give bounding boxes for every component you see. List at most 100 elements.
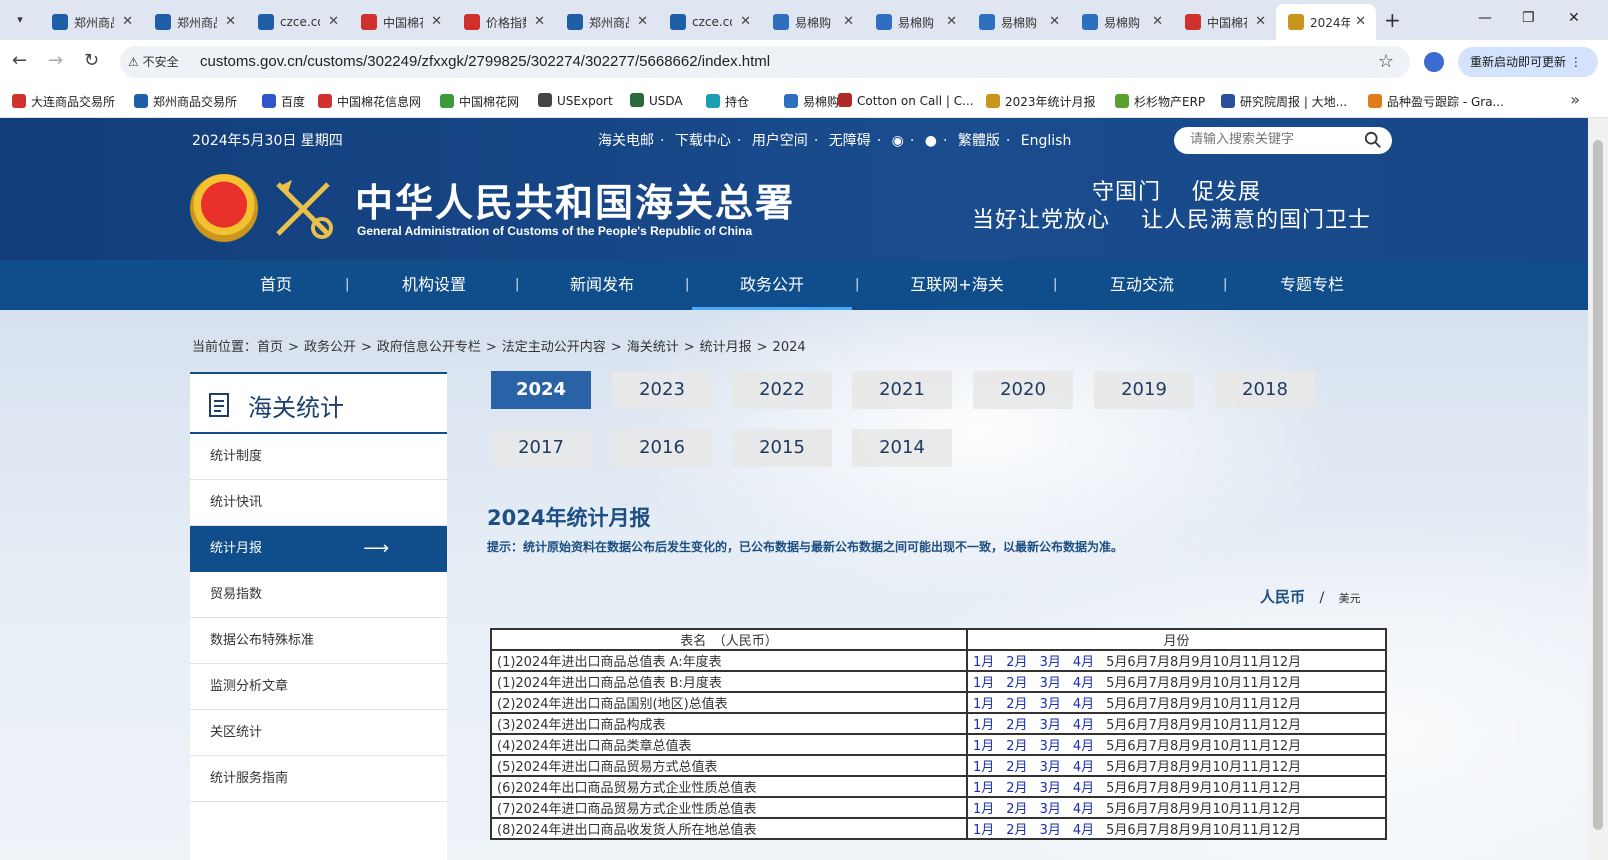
month-link[interactable]: 1月 (973, 676, 994, 691)
browser-tab[interactable]: 易棉购 ✕ (967, 4, 1070, 40)
year-tab-2015[interactable]: 2015 (732, 429, 832, 467)
year-tab-2019[interactable]: 2019 (1094, 371, 1194, 409)
bookmark-item[interactable]: 持仓 (706, 93, 749, 110)
site-title[interactable]: 中华人民共和国海关总署 (355, 172, 795, 227)
bookmark-item[interactable]: 中国棉花信息网 (318, 93, 421, 110)
month-link[interactable]: 4月 (1073, 676, 1094, 691)
month-link[interactable]: 3月 (1040, 697, 1061, 712)
wechat-icon[interactable]: ● (925, 133, 937, 149)
nav-interaction[interactable]: 互动交流 (1100, 260, 1184, 310)
month-link[interactable]: 2月 (1006, 802, 1027, 817)
month-link[interactable]: 3月 (1040, 802, 1061, 817)
browser-tab[interactable]: 郑州商品交易所 ✕ (555, 4, 658, 40)
bookmark-item[interactable]: USExport (538, 93, 613, 108)
month-link[interactable]: 3月 (1040, 676, 1061, 691)
year-tab-2018[interactable]: 2018 (1215, 371, 1315, 409)
bookmark-item[interactable]: 易棉购 (784, 93, 839, 110)
month-link[interactable]: 2月 (1006, 655, 1027, 670)
weibo-icon[interactable]: ◉ (892, 133, 904, 149)
month-link[interactable]: 4月 (1073, 697, 1094, 712)
close-tab-icon[interactable]: ✕ (1152, 14, 1163, 29)
nav-government-affairs[interactable]: 政务公开 (692, 260, 852, 310)
month-link[interactable]: 1月 (973, 760, 994, 775)
close-tab-icon[interactable]: ✕ (946, 14, 957, 29)
search-input[interactable] (1190, 132, 1360, 147)
month-link[interactable]: 4月 (1073, 739, 1094, 754)
sidebar-item-district-stats[interactable]: 关区统计 (190, 710, 447, 756)
bookmark-item[interactable]: 中国棉花网 (440, 93, 519, 110)
nav-news[interactable]: 新闻发布 (562, 260, 642, 310)
nav-home[interactable]: 首页 (246, 260, 306, 310)
month-link[interactable]: 4月 (1073, 823, 1094, 838)
bookmark-item[interactable]: 大连商品交易所 (12, 93, 115, 110)
more-bookmarks-icon[interactable]: » (1570, 90, 1580, 109)
close-tab-icon[interactable]: ✕ (431, 14, 442, 29)
page-scrollbar[interactable] (1588, 118, 1608, 860)
top-link-download[interactable]: 下载中心 (675, 133, 731, 149)
bookmark-item[interactable]: 研究院周报 | 大地... (1221, 93, 1347, 110)
top-link-user-space[interactable]: 用户空间 (752, 133, 808, 149)
month-link[interactable]: 4月 (1073, 655, 1094, 670)
sidebar-item-trade-index[interactable]: 贸易指数 (190, 572, 447, 618)
search-icon[interactable] (1364, 131, 1382, 149)
bookmark-item[interactable]: USDA (630, 93, 683, 108)
year-tab-2023[interactable]: 2023 (612, 371, 712, 409)
top-link-email[interactable]: 海关电邮 (598, 133, 654, 149)
sidebar-item-service-guide[interactable]: 统计服务指南 (190, 756, 447, 802)
top-link-traditional[interactable]: 繁體版 (958, 133, 1000, 149)
close-tab-icon[interactable]: ✕ (1255, 14, 1266, 29)
close-window-icon[interactable]: ✕ (1568, 10, 1580, 26)
top-link-accessibility[interactable]: 无障碍 (829, 133, 871, 149)
bookmark-item[interactable]: 品种盈亏跟踪 - Gra... (1368, 93, 1504, 110)
tab-search-icon[interactable]: ▾ (8, 8, 32, 32)
breadcrumb-home[interactable]: 首页 (257, 340, 283, 355)
close-tab-icon[interactable]: ✕ (122, 14, 133, 29)
address-bar[interactable]: ⚠ 不安全 customs.gov.cn/customs/302249/zfxx… (120, 46, 1410, 78)
year-tab-2017[interactable]: 2017 (491, 429, 591, 467)
year-tab-2020[interactable]: 2020 (973, 371, 1073, 409)
month-link[interactable]: 2月 (1006, 676, 1027, 691)
minimize-icon[interactable]: — (1478, 10, 1492, 26)
browser-tab[interactable]: czce.com.cn ✕ (246, 4, 349, 40)
browser-tab[interactable]: 易棉购 ✕ (761, 4, 864, 40)
bookmark-item[interactable]: Cotton on Call | C... (838, 93, 974, 108)
breadcrumb-monthly-report[interactable]: 统计月报 (700, 340, 752, 355)
breadcrumb-gov-affairs[interactable]: 政务公开 (304, 340, 356, 355)
month-link[interactable]: 2月 (1006, 697, 1027, 712)
month-link[interactable]: 1月 (973, 739, 994, 754)
restore-icon[interactable]: ❐ (1522, 10, 1535, 26)
sidebar-item-data-standard[interactable]: 数据公布特殊标准 (190, 618, 447, 664)
close-tab-icon[interactable]: ✕ (1049, 14, 1060, 29)
close-tab-icon[interactable]: ✕ (328, 14, 339, 29)
breadcrumb-info-disclosure[interactable]: 政府信息公开专栏 (377, 340, 481, 355)
month-link[interactable]: 4月 (1073, 718, 1094, 733)
bookmark-item[interactable]: 百度 (262, 93, 305, 110)
month-link[interactable]: 1月 (973, 697, 994, 712)
nav-organization[interactable]: 机构设置 (394, 260, 474, 310)
sidebar-item-analysis-articles[interactable]: 监测分析文章 (190, 664, 447, 710)
year-tab-2021[interactable]: 2021 (852, 371, 952, 409)
bookmark-item[interactable]: 2023年统计月报 (986, 93, 1096, 110)
close-tab-icon[interactable]: ✕ (637, 14, 648, 29)
month-link[interactable]: 3月 (1040, 823, 1061, 838)
breadcrumb-year[interactable]: 2024 (773, 340, 806, 355)
sidebar-item-statistical-flash[interactable]: 统计快讯 (190, 480, 447, 526)
update-button[interactable]: 重新启动即可更新 ⋮ (1458, 47, 1598, 77)
reload-icon[interactable]: ↻ (84, 50, 99, 71)
browser-tab[interactable]: 2024年统计月报 ✕ (1276, 4, 1376, 40)
browser-tab[interactable]: czce.com.cn ✕ (658, 4, 761, 40)
month-link[interactable]: 2月 (1006, 781, 1027, 796)
browser-tab[interactable]: 易棉购 ✕ (864, 4, 967, 40)
browser-tab[interactable]: 郑州商品交易所 ✕ (143, 4, 246, 40)
top-link-english[interactable]: English (1021, 133, 1072, 149)
forward-icon[interactable]: → (48, 50, 63, 71)
month-link[interactable]: 3月 (1040, 655, 1061, 670)
close-tab-icon[interactable]: ✕ (1355, 14, 1366, 29)
month-link[interactable]: 4月 (1073, 781, 1094, 796)
close-tab-icon[interactable]: ✕ (225, 14, 236, 29)
sidebar-item-statistical-system[interactable]: 统计制度 (190, 434, 447, 480)
scrollbar-thumb[interactable] (1593, 140, 1603, 830)
month-link[interactable]: 3月 (1040, 760, 1061, 775)
year-tab-2024[interactable]: 2024 (491, 371, 591, 409)
browser-tab[interactable]: 中国棉花信息网 ✕ (1173, 4, 1276, 40)
